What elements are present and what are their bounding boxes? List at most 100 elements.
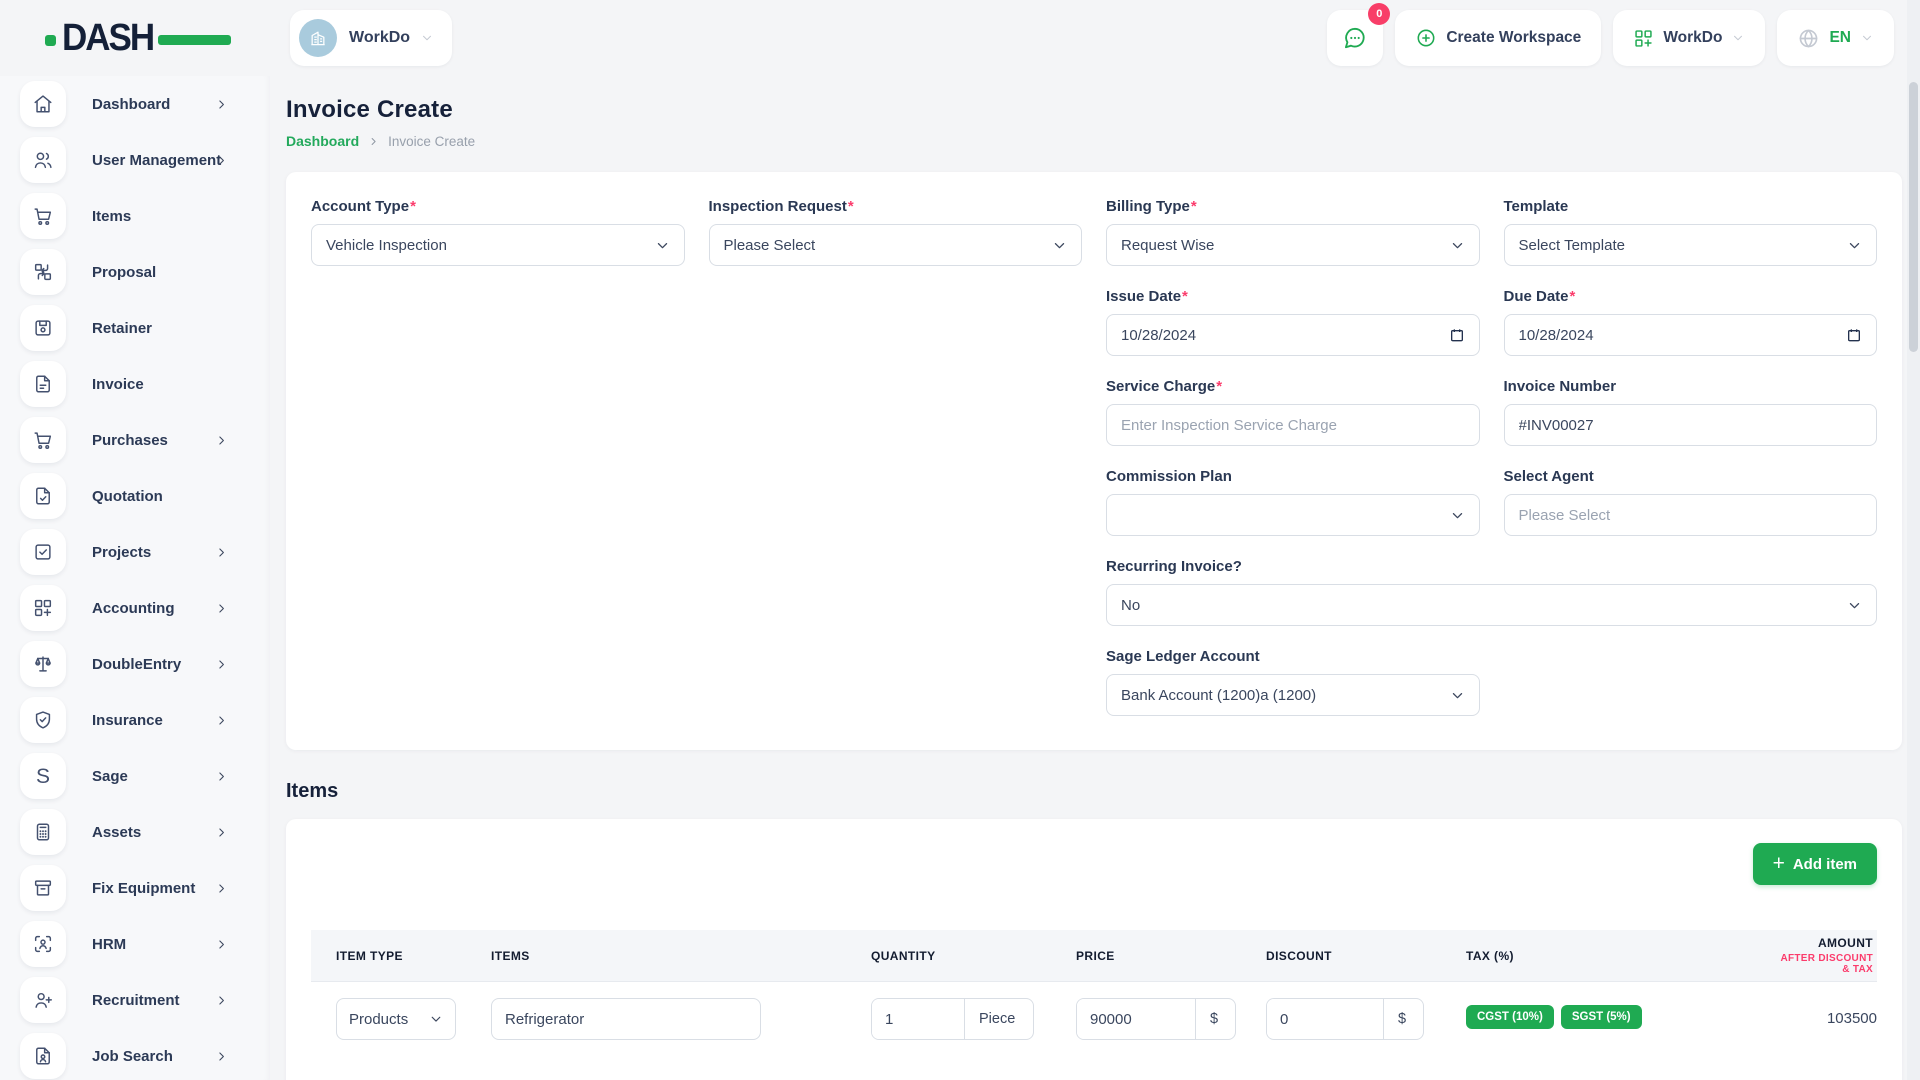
sidebar-item-hrm[interactable]: HRM	[0, 916, 270, 972]
field-commission-plan: Commission Plan	[1106, 468, 1480, 536]
chevron-right-icon	[215, 994, 228, 1007]
sidebar-item-proposal[interactable]: Proposal	[0, 244, 270, 300]
page-scrollbar[interactable]	[1907, 0, 1920, 1080]
sidebar-item-quotation[interactable]: Quotation	[0, 468, 270, 524]
template-select[interactable]: Select Template	[1504, 224, 1878, 266]
brand-logo[interactable]: DASH	[62, 18, 212, 58]
sidebar-item-recruitment[interactable]: Recruitment	[0, 972, 270, 1028]
due-date-input[interactable]: 10/28/2024	[1504, 314, 1878, 356]
main-content: Invoice Create Dashboard Invoice Create …	[270, 76, 1920, 1080]
inspection-request-select[interactable]: Please Select	[709, 224, 1083, 266]
users-icon	[20, 137, 66, 183]
field-invoice-number: Invoice Number	[1504, 378, 1878, 446]
col-amount: Amount After Discount & Tax	[1771, 936, 1877, 975]
field-issue-date: Issue Date* 10/28/2024	[1106, 288, 1480, 356]
workspace-pill[interactable]: WorkDo	[290, 10, 452, 66]
billing-type-select[interactable]: Request Wise	[1106, 224, 1480, 266]
workspace-switcher-label: WorkDo	[1663, 29, 1722, 47]
field-billing-type: Billing Type* Request Wise	[1106, 198, 1480, 266]
sidebar-item-insurance[interactable]: Insurance	[0, 692, 270, 748]
tax-badge-sgst[interactable]: SGST (5%)	[1561, 1005, 1642, 1029]
quantity-input[interactable]	[872, 999, 964, 1039]
item-name-input[interactable]	[491, 998, 761, 1040]
building-icon	[308, 28, 328, 48]
select-agent-input[interactable]	[1519, 507, 1863, 524]
account-type-select[interactable]: Vehicle Inspection	[311, 224, 685, 266]
service-charge-input[interactable]	[1121, 417, 1465, 434]
chat-bubble-icon	[1342, 25, 1368, 51]
calendar-icon[interactable]	[1846, 327, 1862, 343]
field-inspection-request: Inspection Request* Please Select	[709, 198, 1083, 266]
sidebar-item-projects[interactable]: Projects	[0, 524, 270, 580]
chevron-down-icon	[429, 1012, 443, 1026]
proposal-icon	[20, 249, 66, 295]
sidebar-item-job-search[interactable]: Job Search	[0, 1028, 270, 1080]
calculator-icon	[20, 809, 66, 855]
commission-plan-select[interactable]	[1106, 494, 1480, 536]
user-scan-icon	[20, 921, 66, 967]
discount-input[interactable]	[1267, 999, 1383, 1039]
col-quantity: Quantity	[871, 949, 1076, 963]
breadcrumb-dashboard-link[interactable]: Dashboard	[286, 133, 359, 149]
tax-badge-cgst[interactable]: CGST (10%)	[1466, 1005, 1554, 1029]
chevron-down-icon	[1450, 688, 1465, 703]
scrollbar-thumb[interactable]	[1909, 82, 1918, 352]
amount-note: After Discount & Tax	[1771, 953, 1873, 975]
sidebar-item-doubleentry[interactable]: DoubleEntry	[0, 636, 270, 692]
col-discount: Discount	[1266, 949, 1466, 963]
cart-icon	[20, 417, 66, 463]
field-due-date: Due Date* 10/28/2024	[1504, 288, 1878, 356]
shield-check-icon	[20, 697, 66, 743]
discount-currency: $	[1383, 999, 1420, 1039]
invoice-number-input[interactable]	[1519, 417, 1863, 434]
sidebar-item-sage[interactable]: S Sage	[0, 748, 270, 804]
language-selector[interactable]: EN	[1777, 10, 1894, 66]
items-table: Item Type Items Quantity Price Discount …	[311, 930, 1877, 1040]
messages-button[interactable]: 0	[1327, 10, 1383, 66]
sidebar-item-items[interactable]: Items	[0, 188, 270, 244]
sidebar-item-accounting[interactable]: Accounting	[0, 580, 270, 636]
sidebar-item-assets[interactable]: Assets	[0, 804, 270, 860]
sage-ledger-select[interactable]: Bank Account (1200)a (1200)	[1106, 674, 1480, 716]
save-icon	[20, 305, 66, 351]
workspace-switcher-button[interactable]: WorkDo	[1613, 10, 1765, 66]
sidebar-item-user-management[interactable]: User Management	[0, 132, 270, 188]
field-select-agent: Select Agent	[1504, 468, 1878, 536]
calendar-icon[interactable]	[1449, 327, 1465, 343]
chevron-down-icon	[655, 238, 670, 253]
field-template: Template Select Template	[1504, 198, 1878, 266]
chevron-down-icon	[1860, 31, 1874, 45]
sidebar-item-retainer[interactable]: Retainer	[0, 300, 270, 356]
check-square-icon	[20, 529, 66, 575]
recurring-invoice-select[interactable]: No	[1106, 584, 1877, 626]
plus-icon: +	[1773, 853, 1785, 874]
workspace-name: WorkDo	[349, 29, 410, 47]
chevron-down-icon	[1731, 31, 1745, 45]
item-type-select[interactable]: Products	[336, 998, 456, 1040]
brand-name: DASH	[62, 16, 153, 59]
price-input[interactable]	[1077, 999, 1195, 1039]
plus-circle-icon	[1415, 27, 1437, 49]
sidebar-item-invoice[interactable]: Invoice	[0, 356, 270, 412]
chevron-down-icon	[1847, 238, 1862, 253]
chevron-right-icon	[215, 154, 228, 167]
breadcrumb: Dashboard Invoice Create	[286, 133, 1902, 149]
logo-dash-shape	[158, 35, 231, 45]
chevron-right-icon	[368, 136, 379, 147]
items-card: + Add item Item Type Items Quantity Pric…	[286, 819, 1902, 1080]
file-check-icon	[20, 473, 66, 519]
sidebar-item-purchases[interactable]: Purchases	[0, 412, 270, 468]
user-plus-icon	[20, 977, 66, 1023]
chevron-down-icon	[420, 31, 434, 45]
invoice-form-card: Account Type* Vehicle Inspection Inspect…	[286, 172, 1902, 750]
file-user-icon	[20, 1033, 66, 1079]
field-service-charge: Service Charge*	[1106, 378, 1480, 446]
grid-plus-icon	[20, 585, 66, 631]
create-workspace-button[interactable]: Create Workspace	[1395, 10, 1601, 66]
issue-date-input[interactable]: 10/28/2024	[1106, 314, 1480, 356]
sidebar-item-dashboard[interactable]: Dashboard	[0, 76, 270, 132]
add-item-button[interactable]: + Add item	[1753, 843, 1877, 885]
chevron-down-icon	[1450, 508, 1465, 523]
sidebar-item-fix-equipment[interactable]: Fix Equipment	[0, 860, 270, 916]
workspace-avatar	[299, 19, 337, 57]
